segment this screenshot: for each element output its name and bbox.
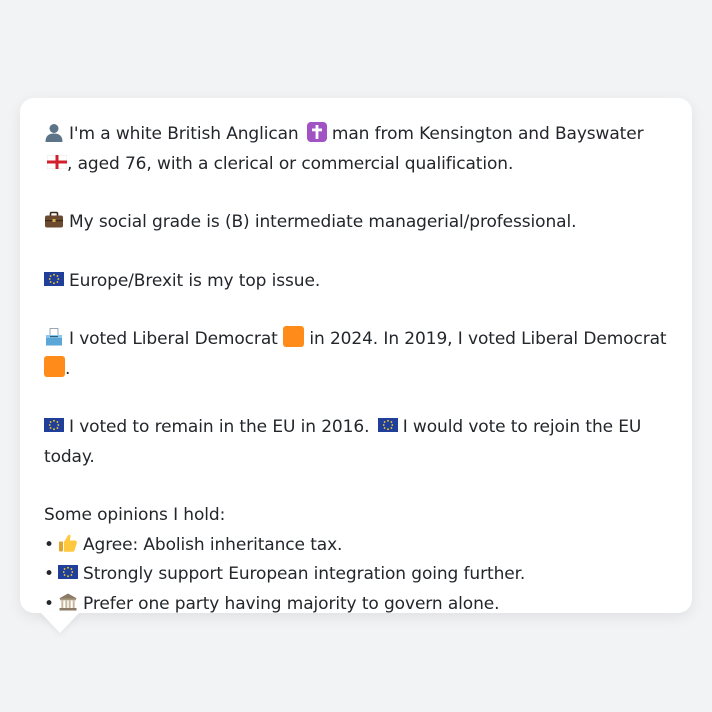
top-issue-line: Europe/Brexit is my top issue. [44, 267, 668, 297]
persona-card: I'm a white British Anglican man from Ke… [20, 98, 692, 614]
votes-text-post: . [65, 358, 71, 379]
eu-flag-icon [44, 418, 64, 432]
social-grade-text: My social grade is (B) intermediate mana… [69, 212, 577, 232]
top-issue-text: Europe/Brexit is my top issue. [69, 270, 321, 291]
person-icon [45, 124, 63, 142]
opinions-heading: Some opinions I hold: [44, 505, 226, 525]
eu-remain-text: I voted to remain in the EU in 2016. [69, 417, 370, 437]
eu-flag-icon [377, 418, 398, 432]
opinion-text: Prefer one party having majority to gove… [83, 593, 500, 614]
votes-line: I voted Liberal Democrat in 2024. In 201… [44, 325, 668, 384]
briefcase-icon [45, 211, 63, 228]
identity-text-post: , aged 76, with a clerical or commercial… [67, 153, 514, 174]
ballot-box-icon [46, 328, 62, 346]
bullet: • [44, 564, 54, 584]
votes-text-pre: I voted Liberal Democrat [69, 329, 278, 349]
bullet: • [44, 534, 54, 555]
opinion-item: • Agree: Abolish inheritance tax. [44, 531, 668, 561]
england-flag-icon [47, 154, 67, 169]
eu-referendum-line: I voted to remain in the EU in 2016. I w… [44, 413, 668, 472]
opinion-item: • Prefer one party having majority to go… [44, 590, 668, 620]
votes-text-mid: in 2024. In 2019, I voted Liberal Democr… [309, 329, 667, 349]
speech-bubble-tail [40, 612, 80, 633]
social-grade-line: My social grade is (B) intermediate mana… [44, 208, 668, 238]
libdem-orange-square-icon [283, 326, 305, 347]
opinion-item: • Strongly support European integration … [44, 560, 668, 590]
identity-text-pre: I'm a white British Anglican [69, 124, 299, 144]
thumbs-up-icon [59, 534, 77, 552]
government-building-icon [59, 593, 77, 610]
eu-flag-icon [44, 271, 64, 286]
eu-flag-icon [58, 565, 78, 579]
opinion-text: Agree: Abolish inheritance tax. [83, 534, 343, 555]
latin-cross-icon [306, 122, 327, 142]
identity-line: I'm a white British Anglican man from Ke… [44, 120, 668, 179]
opinion-text: Strongly support European integration go… [83, 564, 526, 584]
identity-text-mid: man from Kensington and Bayswater [331, 124, 644, 144]
libdem-orange-square-icon [44, 355, 65, 377]
